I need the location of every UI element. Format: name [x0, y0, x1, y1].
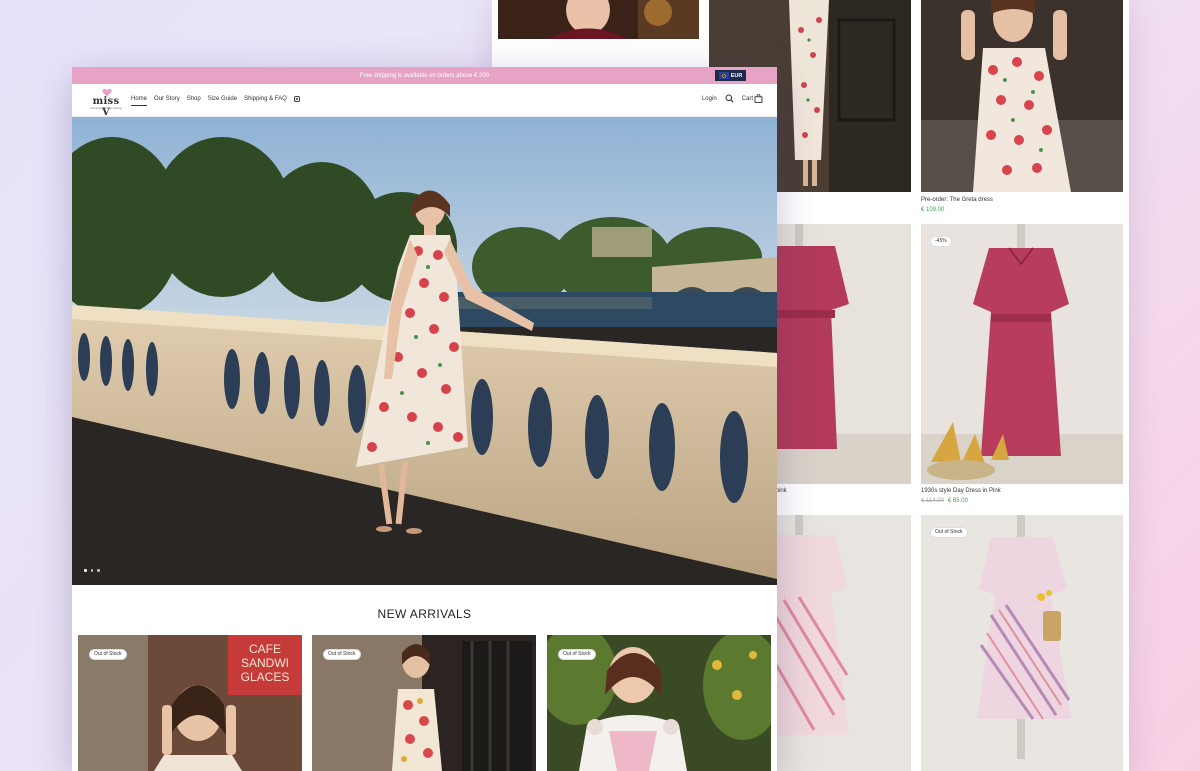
arrival-card[interactable]: Out of Stock	[547, 635, 771, 771]
search-icon[interactable]	[725, 94, 734, 103]
announcement-text: Free shipping is available on orders abo…	[359, 72, 490, 79]
discount-badge: -45%	[930, 236, 952, 247]
out-of-stock-badge: Out of Stock	[558, 649, 596, 660]
product-image-striped-dress-b[interactable]: Out of Stock	[921, 515, 1123, 771]
slide-dot[interactable]	[97, 569, 100, 572]
login-link[interactable]: Login	[702, 96, 717, 102]
product-title[interactable]: Pre-order: The Greta dress	[921, 197, 993, 203]
nav-item-our-story[interactable]: Our Story	[154, 96, 180, 102]
product-image-pink-dress-b[interactable]: -45%	[921, 224, 1123, 484]
announcement-bar: Free shipping is available on orders abo…	[72, 67, 777, 84]
cart-label: Cart	[741, 95, 753, 102]
nav-item-home[interactable]: Home	[131, 96, 148, 106]
nav-item-size-guide[interactable]: Size Guide	[208, 96, 237, 102]
currency-selector[interactable]: EUR	[715, 70, 746, 81]
eu-flag-icon	[718, 72, 729, 79]
shopping-bag-icon	[754, 94, 763, 103]
out-of-stock-badge: Out of Stock	[89, 649, 127, 660]
instagram-icon[interactable]	[293, 96, 300, 102]
site-header: miss V reinventing vintage clothing Home…	[72, 84, 777, 118]
product-price: € 109.00	[921, 207, 945, 213]
svg-text:CAFE: CAFE	[249, 642, 281, 656]
arrival-card[interactable]: CAFE SANDWI GLACES Out of Stock	[78, 635, 302, 771]
currency-label: EUR	[730, 72, 743, 79]
product-price: € 114.00 € 65.00	[921, 498, 968, 504]
hero-slide-indicators	[84, 569, 100, 572]
cart-link[interactable]: Cart	[742, 94, 763, 103]
out-of-stock-badge: Out of Stock	[323, 649, 361, 660]
product-title[interactable]: 1930s style Day Dress in Pink	[921, 488, 1001, 494]
product-sale-price: € 65.00	[947, 498, 968, 504]
nav-item-shop[interactable]: Shop	[187, 96, 201, 102]
svg-text:SANDWI: SANDWI	[241, 656, 289, 670]
slide-dot[interactable]	[90, 569, 93, 572]
main-nav: Home Our Story Shop Size Guide Shipping …	[131, 96, 300, 106]
arrival-card[interactable]: Out of Stock	[312, 635, 536, 771]
product-image-portrait[interactable]	[498, 0, 699, 39]
product-image-greta-front[interactable]	[921, 0, 1123, 192]
slide-dot[interactable]	[84, 569, 87, 572]
new-arrivals-heading: NEW ARRIVALS	[377, 607, 472, 621]
header-actions: Login Cart	[702, 94, 763, 103]
brand-tagline: reinventing vintage clothing	[90, 107, 122, 110]
brand-logo[interactable]: miss V reinventing vintage clothing	[89, 88, 123, 118]
nav-item-shipping-faq[interactable]: Shipping & FAQ	[244, 96, 287, 102]
out-of-stock-badge: Out of Stock	[930, 527, 968, 538]
hero-banner[interactable]	[72, 117, 777, 585]
svg-text:GLACES: GLACES	[241, 670, 290, 684]
homepage-window: Free shipping is available on orders abo…	[72, 67, 777, 771]
product-old-price: € 114.00	[921, 498, 944, 504]
